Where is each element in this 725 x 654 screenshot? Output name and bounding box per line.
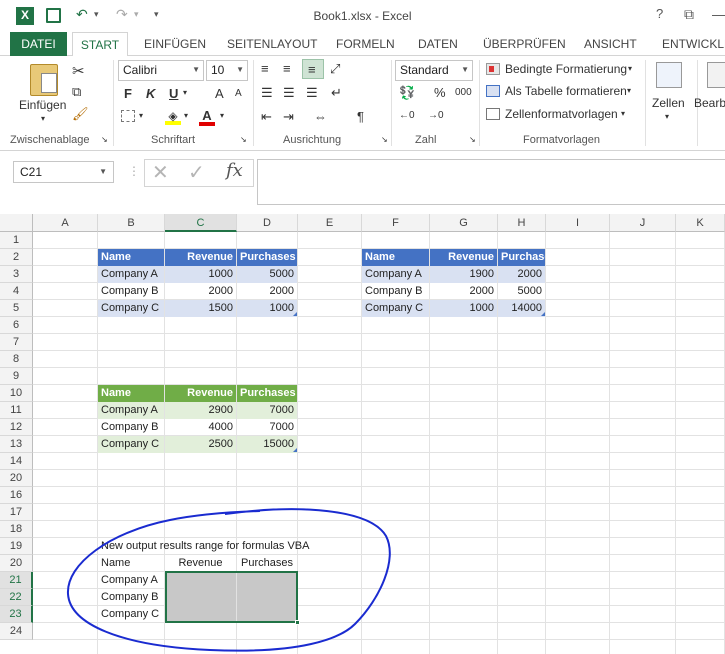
ribbon-tabs: DATEI START EINFÜGEN SEITENLAYOUT FORMEL…	[0, 32, 725, 57]
format-as-table-dropdown-icon[interactable]: ▾	[627, 86, 631, 95]
fill-color-dropdown-icon[interactable]: ▾	[184, 111, 188, 120]
styles-group-label: Formatvorlagen	[523, 134, 601, 146]
name-box[interactable]: C21 ▼	[13, 161, 114, 183]
cell-styles-button[interactable]: Zellenformatvorlagen	[505, 107, 618, 121]
align-right-icon[interactable]: ☰	[306, 85, 318, 101]
align-bottom-button[interactable]: ≡	[302, 59, 324, 79]
group-divider	[253, 60, 254, 146]
cells-button[interactable]: Zellen	[652, 96, 685, 110]
conditional-formatting-button[interactable]: Bedingte Formatierung	[505, 62, 627, 76]
alignment-launcher-icon[interactable]: ↘	[381, 135, 388, 144]
font-launcher-icon[interactable]: ↘	[240, 135, 247, 144]
cut-icon[interactable]: ✂	[72, 62, 85, 80]
font-size-select[interactable]: 10 ▼	[206, 60, 248, 81]
number-format-select[interactable]: Standard ▼	[395, 60, 473, 81]
underline-button[interactable]: U	[169, 86, 178, 101]
enter-icon[interactable]: ✓	[188, 160, 205, 185]
editing-icon[interactable]	[707, 62, 725, 88]
ink-annotation-circle	[66, 508, 391, 652]
tab-start[interactable]: START	[72, 32, 128, 57]
shrink-font-icon[interactable]: A	[235, 88, 242, 99]
percent-button[interactable]: %	[434, 85, 446, 100]
tab-review[interactable]: ÜBERPRÜFEN	[483, 37, 566, 51]
format-as-table-button[interactable]: Als Tabelle formatieren	[505, 84, 627, 98]
conditional-formatting-icon[interactable]	[486, 63, 500, 75]
grow-font-icon[interactable]: A	[215, 86, 224, 101]
formula-input[interactable]	[257, 159, 725, 205]
orientation-icon[interactable]: ⤢	[330, 61, 340, 77]
decrease-decimal-icon[interactable]: →0	[428, 110, 444, 121]
increase-decimal-icon[interactable]: ←0	[399, 110, 415, 121]
font-color-dropdown-icon[interactable]: ▾	[220, 111, 224, 120]
group-divider	[645, 60, 646, 146]
group-divider	[479, 60, 480, 146]
clipboard-launcher-icon[interactable]: ↘	[101, 135, 108, 144]
formula-bar-grip-icon[interactable]: ⋮	[128, 164, 140, 178]
group-divider	[113, 60, 114, 146]
number-launcher-icon[interactable]: ↘	[469, 135, 476, 144]
cell-styles-icon[interactable]	[486, 108, 500, 120]
font-color-icon[interactable]: A	[199, 108, 215, 126]
editing-button[interactable]: Bearbe	[694, 96, 725, 110]
borders-dropdown-icon[interactable]: ▾	[139, 111, 143, 120]
group-divider	[391, 60, 392, 146]
formula-bar: C21 ▼ ⋮ ✕ ✓ fx	[0, 151, 725, 213]
borders-icon[interactable]	[121, 110, 135, 122]
tab-file[interactable]: DATEI	[10, 32, 67, 56]
cells-dropdown-icon[interactable]: ▾	[665, 112, 669, 121]
align-top-icon[interactable]: ≡	[261, 61, 269, 76]
worksheet-grid[interactable]: ABCDEFGHIJK 1 2 3 4 5 6 7 8 9 10 11 12 13 14 20 16 17 18 1…	[0, 214, 725, 654]
text-direction-icon[interactable]: ¶	[357, 109, 364, 124]
tab-page-layout[interactable]: SEITENLAYOUT	[227, 37, 317, 51]
ribbon-display-icon[interactable]: ⧉	[684, 6, 694, 23]
wrap-text-icon[interactable]: ↵	[331, 85, 342, 101]
tab-view[interactable]: ANSICHT	[584, 37, 637, 51]
ribbon: Einfügen ▾ ✂ ⧉ 🖌 Zwischenablage ↘ Calibr…	[0, 56, 725, 151]
thousands-button[interactable]: 000	[455, 87, 472, 98]
clipboard-group-label: Zwischenablage	[10, 134, 90, 146]
align-center-icon[interactable]: ☰	[283, 85, 295, 101]
paste-icon[interactable]	[30, 64, 58, 96]
align-left-icon[interactable]: ☰	[261, 85, 273, 101]
paste-button[interactable]: Einfügen	[19, 98, 66, 112]
fill-color-icon[interactable]: ◈	[165, 109, 181, 125]
italic-button[interactable]: K	[146, 86, 155, 101]
bold-button[interactable]: F	[124, 86, 132, 101]
font-name-select[interactable]: Calibri ▼	[118, 60, 204, 81]
increase-indent-icon[interactable]: ⇥	[283, 109, 294, 125]
title-bar: X ↶ ▾ ↷ ▾ ▾ Book1.xlsx - Excel ? ⧉ —	[0, 0, 725, 32]
ink-stroke	[66, 508, 391, 652]
underline-dropdown-icon[interactable]: ▾	[183, 88, 187, 97]
copy-icon[interactable]: ⧉	[72, 84, 81, 100]
alignment-group-label: Ausrichtung	[283, 134, 342, 146]
font-group-label: Schriftart	[151, 134, 196, 146]
help-icon[interactable]: ?	[656, 6, 663, 21]
currency-icon[interactable]: 💱	[399, 85, 415, 101]
conditional-formatting-dropdown-icon[interactable]: ▾	[628, 64, 632, 73]
tab-formulas[interactable]: FORMELN	[336, 37, 395, 51]
insert-function-icon[interactable]: fx	[226, 160, 243, 181]
tab-data[interactable]: DATEN	[418, 37, 458, 51]
minimize-icon[interactable]: —	[712, 6, 725, 22]
merge-center-icon[interactable]: ⇔	[314, 109, 327, 124]
tab-insert[interactable]: EINFÜGEN	[144, 37, 206, 51]
cells-icon[interactable]	[656, 62, 682, 88]
format-as-table-icon[interactable]	[486, 85, 500, 97]
window-title: Book1.xlsx - Excel	[313, 9, 412, 23]
tab-developer[interactable]: ENTWICKLE	[662, 37, 725, 51]
cell-styles-dropdown-icon[interactable]: ▾	[621, 109, 625, 118]
paste-dropdown-icon[interactable]: ▾	[41, 114, 45, 123]
format-painter-icon[interactable]: 🖌	[72, 106, 89, 122]
cancel-icon[interactable]: ✕	[152, 160, 169, 185]
align-middle-icon[interactable]: ≡	[283, 61, 291, 76]
number-group-label: Zahl	[415, 134, 437, 146]
decrease-indent-icon[interactable]: ⇤	[261, 109, 272, 125]
